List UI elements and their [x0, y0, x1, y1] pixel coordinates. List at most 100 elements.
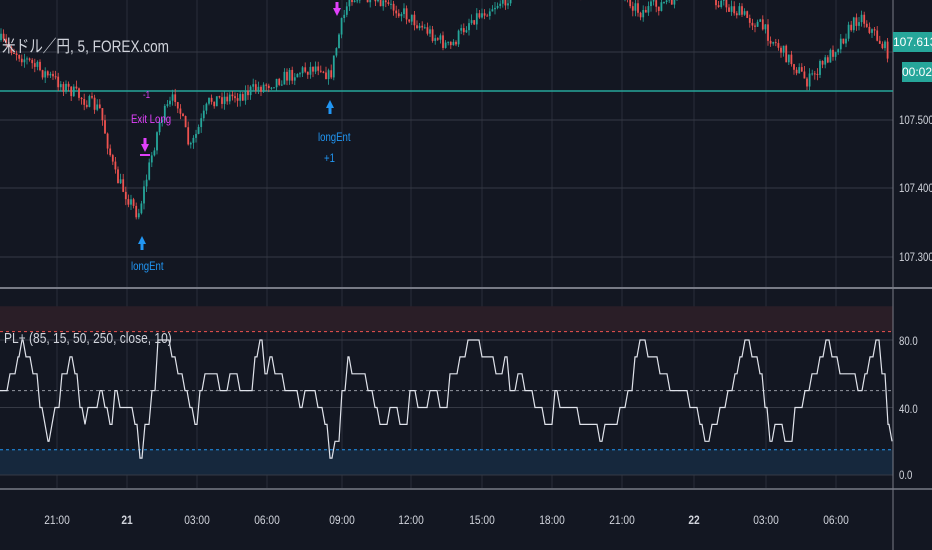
candle-body	[39, 61, 41, 71]
candle-body	[395, 10, 398, 14]
candle-body	[93, 97, 96, 110]
candle-body	[863, 14, 866, 24]
candle-body	[873, 29, 876, 31]
candle-body	[728, 7, 730, 12]
candle-body	[228, 94, 231, 102]
candle-body	[88, 96, 91, 107]
candle-body	[197, 127, 200, 134]
indicator-title[interactable]: PL+ (85, 15, 50, 250, close, 10)	[4, 330, 172, 347]
candle-body	[509, 0, 512, 4]
candle-body	[70, 86, 73, 97]
candle-body	[468, 23, 470, 31]
candle-body	[135, 205, 138, 218]
candle-body	[795, 69, 798, 74]
exit-bar-marker	[140, 154, 150, 156]
candle-body	[249, 86, 252, 96]
candle-body	[782, 45, 785, 53]
time-label: 21	[121, 513, 133, 527]
candle-body	[150, 155, 153, 163]
candle-body	[223, 96, 226, 104]
candle-body	[179, 108, 182, 114]
candle-body	[491, 9, 494, 12]
candle-body	[507, 3, 509, 6]
candle-body	[743, 11, 746, 15]
candle-body	[837, 49, 840, 53]
candle-body	[478, 13, 481, 18]
candle-body	[722, 0, 725, 1]
candle-body	[439, 35, 442, 40]
exit-long-label: Exit Long	[131, 112, 172, 126]
candle-body	[813, 73, 816, 75]
candle-body	[101, 108, 104, 121]
candle-body	[821, 60, 824, 65]
candle-body	[231, 94, 234, 97]
candle-body	[847, 24, 850, 39]
candle-body	[174, 94, 177, 103]
candle-body	[221, 97, 223, 104]
candle-body	[421, 25, 424, 28]
candle-body	[720, 0, 723, 7]
candle-body	[210, 97, 213, 102]
candle-body	[104, 120, 106, 134]
candle-body	[291, 69, 294, 81]
candle-body	[130, 199, 132, 205]
candle-body	[410, 14, 413, 22]
candle-body	[834, 52, 837, 57]
candle-body	[265, 84, 268, 86]
candle-body	[257, 86, 260, 91]
candle-body	[673, 0, 676, 5]
chart-canvas[interactable]	[0, 0, 932, 550]
candle-body	[816, 73, 819, 75]
candle-body	[267, 85, 270, 88]
candle-body	[785, 45, 788, 63]
candle-body	[457, 30, 460, 45]
candle-body	[314, 66, 317, 72]
candle-body	[187, 127, 190, 145]
candle-body	[111, 155, 114, 162]
candle-body	[416, 25, 418, 29]
candle-body	[405, 8, 408, 20]
candle-body	[124, 191, 127, 200]
time-label: 06:00	[254, 513, 280, 527]
candle-body	[832, 49, 834, 57]
candle-body	[241, 94, 244, 101]
candle-body	[31, 59, 34, 64]
candle-body	[205, 103, 208, 111]
candle-body	[83, 99, 86, 105]
candle-body	[499, 3, 502, 6]
candle-body	[475, 13, 478, 25]
candle-body	[434, 38, 437, 41]
candle-body	[23, 59, 26, 63]
current-price-tag: 107.613	[893, 32, 932, 52]
candle-body	[343, 14, 346, 19]
candle-body	[28, 58, 31, 60]
candle-body	[171, 94, 174, 101]
candle-body	[756, 21, 759, 27]
long-entry-arrow-icon	[138, 236, 146, 250]
candle-body	[387, 2, 390, 4]
candle-body	[663, 1, 665, 3]
candle-body	[733, 6, 736, 14]
candle-body	[377, 0, 379, 2]
price-label-107400: 107.400	[899, 181, 932, 195]
candle-body	[800, 67, 803, 72]
candle-body	[639, 12, 642, 18]
candle-body	[46, 71, 49, 76]
candle-body	[858, 22, 860, 26]
candle-body	[392, 3, 395, 11]
candle-body	[845, 38, 847, 44]
candle-body	[759, 19, 762, 22]
candle-body	[80, 97, 83, 100]
candle-body	[767, 24, 769, 41]
time-label: 21:00	[609, 513, 635, 527]
candle-body	[322, 71, 325, 73]
time-label: 03:00	[753, 513, 779, 527]
long-entry-qty-label: +1	[324, 151, 335, 165]
candle-body	[176, 102, 179, 109]
candle-body	[811, 73, 814, 75]
candle-body	[335, 48, 338, 56]
candle-body	[169, 100, 171, 105]
candle-body	[356, 0, 359, 2]
bar-countdown-tag: 00:02	[902, 62, 932, 82]
candle-body	[842, 38, 845, 44]
